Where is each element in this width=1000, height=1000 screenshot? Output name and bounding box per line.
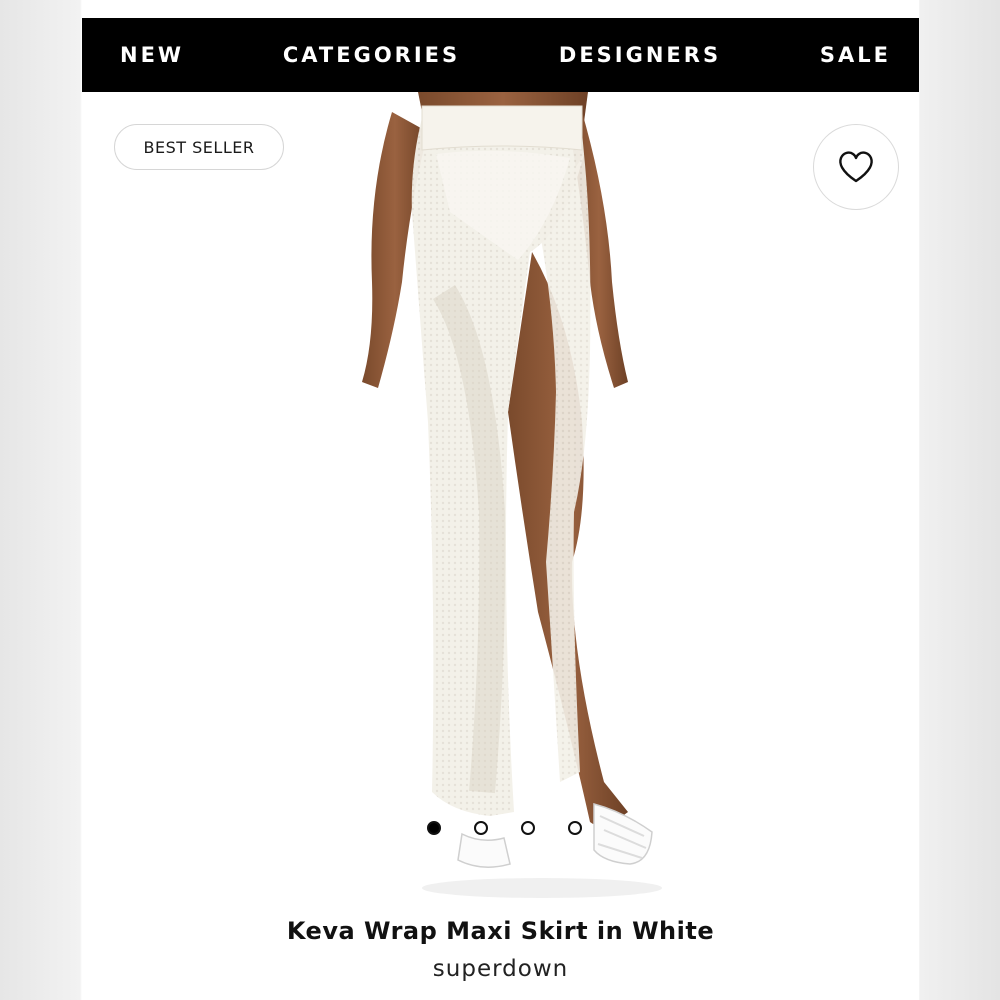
heart-outline-icon bbox=[839, 151, 873, 183]
nav-item-sale[interactable]: SALE bbox=[820, 43, 891, 67]
product-photo bbox=[362, 92, 662, 898]
best-seller-badge: BEST SELLER bbox=[114, 124, 284, 170]
carousel-dot-3[interactable] bbox=[521, 821, 535, 835]
carousel-dot-1[interactable] bbox=[427, 821, 441, 835]
nav-item-new[interactable]: NEW bbox=[120, 43, 184, 67]
product-info: Keva Wrap Maxi Skirt in White superdown bbox=[82, 900, 919, 1000]
product-image-carousel[interactable]: BEST SELLER bbox=[82, 92, 919, 900]
wishlist-button[interactable] bbox=[813, 124, 899, 210]
top-navigation: NEW CATEGORIES DESIGNERS SALE bbox=[82, 18, 919, 92]
product-page: NEW CATEGORIES DESIGNERS SALE BEST SELLE… bbox=[82, 0, 919, 1000]
carousel-dot-2[interactable] bbox=[474, 821, 488, 835]
carousel-dot-4[interactable] bbox=[568, 821, 582, 835]
nav-item-designers[interactable]: DESIGNERS bbox=[559, 43, 721, 67]
product-brand[interactable]: superdown bbox=[82, 956, 919, 982]
carousel-pagination bbox=[427, 821, 582, 835]
nav-item-categories[interactable]: CATEGORIES bbox=[283, 43, 460, 67]
product-title[interactable]: Keva Wrap Maxi Skirt in White bbox=[82, 917, 919, 945]
